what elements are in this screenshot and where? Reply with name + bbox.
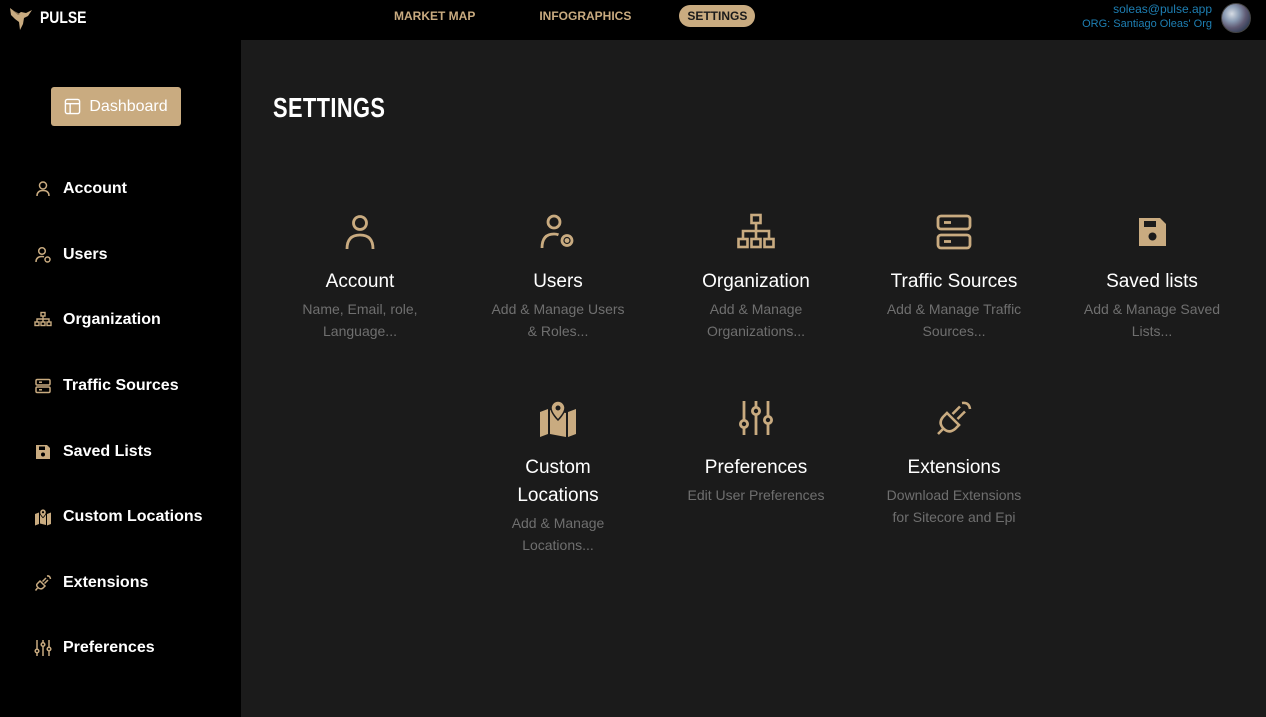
floppy-disk-icon (36, 445, 50, 459)
brand-name: PULSE (40, 8, 87, 27)
sitemap-icon (34, 311, 52, 327)
sidebar-item-label: Users (63, 246, 108, 263)
user-info: soleas@pulse.app ORG: Santiago Oleas' Or… (1082, 2, 1212, 32)
nav-market-map[interactable]: MARKET MAP (386, 5, 483, 27)
card-title: Preferences (704, 457, 808, 478)
sidebar-item-label: Custom Locations (63, 508, 203, 525)
card-description: Edit User Preferences (687, 487, 825, 503)
sidebar-item-organization[interactable]: Organization (34, 311, 161, 329)
user-icon (345, 215, 375, 250)
user-email[interactable]: soleas@pulse.app (1082, 2, 1212, 16)
card-title: Users (533, 271, 583, 292)
nav-settings[interactable]: SETTINGS (679, 5, 756, 27)
card-title: Extensions (907, 457, 1001, 478)
sidebar-item-label: Organization (63, 311, 161, 328)
card-title: Saved lists (1106, 271, 1198, 292)
settings-card-users[interactable]: Users Add & Manage Users & Roles... (468, 212, 648, 342)
card-description: Add & Manage Saved Lists... (1083, 301, 1221, 339)
page-title: SETTINGS (273, 92, 386, 123)
sidebar-item-custom-locations[interactable]: Custom Locations (34, 508, 203, 526)
user-cog-icon (540, 214, 574, 249)
main-content: SETTINGS Account Name, Email, role, Langu… (241, 40, 1266, 717)
card-description: Add & Manage Traffic Sources... (886, 301, 1022, 339)
top-bar: PULSE MARKET MAP INFOGRAPHICS SETTINGS s… (0, 0, 1266, 40)
hummingbird-logo-icon (10, 8, 32, 30)
sidebar-item-preferences[interactable]: Preferences (34, 639, 155, 657)
plug-icon (34, 575, 52, 591)
card-description: Add & Manage Users & Roles... (491, 301, 625, 339)
card-description: Add & Manage Locations... (511, 515, 605, 553)
layout-icon (65, 98, 81, 115)
server-icon (936, 214, 972, 250)
sidebar-item-label: Account (63, 180, 127, 197)
card-description: Download Extensions for Sitecore and Epi (886, 487, 1022, 525)
sidebar: Dashboard Account Users Organization Tra… (0, 40, 241, 717)
floppy-disk-icon (1139, 218, 1166, 246)
dashboard-button[interactable]: Dashboard (51, 87, 181, 126)
card-title: Account (325, 271, 395, 292)
sidebar-item-label: Preferences (63, 639, 155, 656)
settings-card-account[interactable]: Account Name, Email, role, Language... (270, 212, 450, 342)
card-description: Add & Manage Organizations... (706, 301, 806, 339)
sitemap-icon (737, 213, 775, 249)
map-pin-icon (540, 400, 576, 437)
user-org: ORG: Santiago Oleas' Org (1082, 18, 1212, 30)
sidebar-item-traffic-sources[interactable]: Traffic Sources (34, 377, 179, 395)
sidebar-item-label: Extensions (63, 574, 149, 591)
settings-card-custom-locations[interactable]: Custom Locations Add & Manage Locations... (468, 398, 648, 556)
sliders-icon (34, 640, 52, 656)
plug-icon (937, 401, 972, 435)
settings-card-saved-lists[interactable]: Saved lists Add & Manage Saved Lists... (1062, 212, 1242, 342)
sidebar-item-label: Saved Lists (63, 443, 152, 460)
sidebar-item-account[interactable]: Account (34, 180, 127, 198)
brand-logo-link[interactable]: PULSE (8, 4, 97, 32)
nav-infographics[interactable]: INFOGRAPHICS (531, 5, 639, 27)
card-title: Custom Locations (517, 457, 599, 506)
server-icon (35, 378, 51, 394)
settings-card-extensions[interactable]: Extensions Download Extensions for Siteco… (864, 398, 1044, 528)
settings-card-organization[interactable]: Organization Add & Manage Organizations..… (666, 212, 846, 342)
settings-card-traffic-sources[interactable]: Traffic Sources Add & Manage Traffic Sour… (864, 212, 1044, 342)
map-pin-icon (35, 508, 51, 526)
user-icon (36, 181, 50, 197)
sliders-icon (739, 401, 773, 435)
sidebar-item-label: Traffic Sources (63, 377, 179, 394)
sidebar-item-users[interactable]: Users (34, 246, 107, 264)
sidebar-item-extensions[interactable]: Extensions (34, 574, 148, 592)
user-cog-icon (35, 246, 51, 263)
card-title: Organization (702, 271, 810, 292)
avatar[interactable] (1221, 3, 1251, 33)
dashboard-label: Dashboard (89, 97, 168, 115)
card-description: Name, Email, role, Language... (302, 301, 418, 339)
settings-card-preferences[interactable]: Preferences Edit User Preferences (666, 398, 846, 506)
card-title: Traffic Sources (890, 271, 1018, 292)
top-nav: MARKET MAP INFOGRAPHICS SETTINGS (386, 5, 756, 27)
sidebar-item-saved-lists[interactable]: Saved Lists (34, 443, 152, 461)
